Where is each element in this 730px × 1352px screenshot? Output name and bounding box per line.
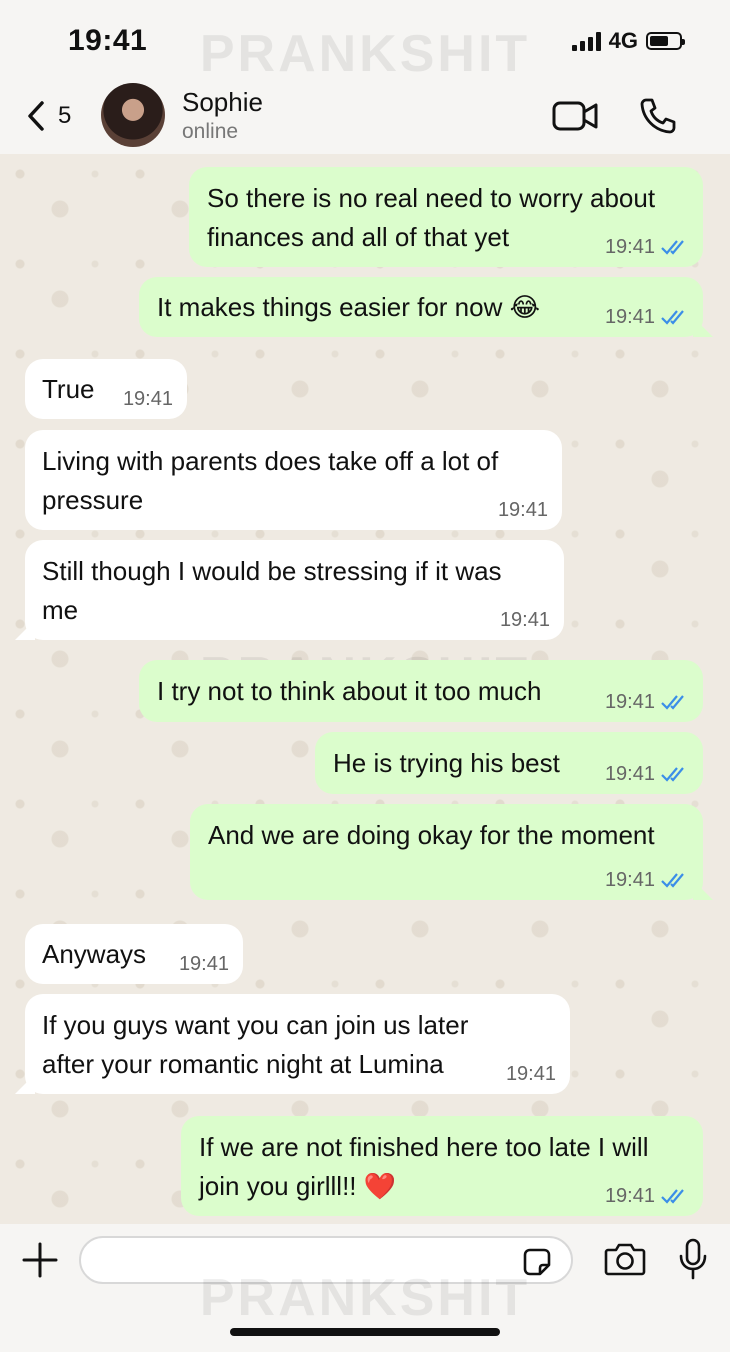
contact-name[interactable]: Sophie (182, 87, 263, 118)
read-receipt-icon (661, 695, 684, 710)
battery-icon (646, 32, 685, 50)
sticker-icon[interactable] (523, 1248, 551, 1276)
message-text: Still though I would be stressing if it … (42, 556, 502, 625)
message-outgoing[interactable]: If we are not finished here too late I w… (181, 1116, 703, 1216)
status-bar: 19:41 PRANKSHIT 4G (0, 0, 730, 83)
message-outgoing[interactable]: And we are doing okay for the moment 19:… (190, 804, 713, 900)
video-call-icon[interactable] (552, 100, 600, 132)
message-incoming[interactable]: Still though I would be stressing if it … (15, 540, 564, 640)
message-time: 19:41 (604, 869, 655, 891)
network-type: 4G (608, 28, 638, 53)
message-time: 19:41 (122, 388, 173, 410)
read-receipt-icon (661, 1189, 684, 1204)
read-receipt-icon (661, 767, 684, 782)
camera-icon[interactable] (604, 1242, 646, 1276)
chat-header: 5 Sophie online (0, 80, 730, 154)
message-time: 19:41 (499, 609, 550, 631)
message-incoming[interactable]: True 19:41 (25, 359, 187, 419)
mic-icon[interactable] (678, 1238, 708, 1280)
message-time: 19:41 (604, 691, 655, 713)
message-time: 19:41 (604, 763, 655, 785)
back-button[interactable]: 5 (26, 100, 71, 132)
message-time: 19:41 (604, 306, 655, 328)
read-receipt-icon (661, 240, 684, 255)
back-chevron-icon (28, 101, 44, 131)
home-indicator[interactable] (230, 1328, 500, 1336)
signal-icon (571, 31, 601, 51)
message-outgoing[interactable]: He is trying his best 19:41 (315, 732, 703, 794)
contact-status: online (182, 120, 239, 143)
plus-icon[interactable] (22, 1242, 58, 1278)
message-incoming[interactable]: Living with parents does take off a lot … (25, 430, 562, 530)
message-incoming[interactable]: If you guys want you can join us later a… (15, 994, 570, 1094)
avatar[interactable] (101, 83, 165, 147)
message-time: 19:41 (178, 953, 229, 975)
message-input-bar: PRANKSHIT (0, 1224, 730, 1352)
message-time: 19:41 (505, 1063, 556, 1085)
status-time: 19:41 (68, 24, 148, 57)
phone-icon[interactable] (638, 96, 678, 136)
message-outgoing[interactable]: So there is no real need to worry about … (189, 167, 703, 267)
message-time: 19:41 (604, 236, 655, 258)
status-indicators: 4G (571, 28, 685, 54)
message-outgoing[interactable]: It makes things easier for now 😂 19:41 (139, 277, 713, 337)
message-time: 19:41 (604, 1185, 655, 1207)
message-outgoing[interactable]: I try not to think about it too much 19:… (139, 660, 703, 722)
unread-count: 5 (58, 102, 72, 129)
message-text: If you guys want you can join us later a… (42, 1010, 469, 1079)
message-incoming[interactable]: Anyways 19:41 (25, 924, 243, 984)
message-text: Living with parents does take off a lot … (42, 446, 499, 515)
chat-messages[interactable]: So there is no real need to worry about … (0, 154, 730, 1224)
message-time: 19:41 (497, 499, 548, 521)
message-text: And we are doing okay for the moment (208, 820, 655, 850)
message-input[interactable] (79, 1236, 573, 1284)
read-receipt-icon (661, 310, 684, 325)
read-receipt-icon (661, 873, 684, 888)
